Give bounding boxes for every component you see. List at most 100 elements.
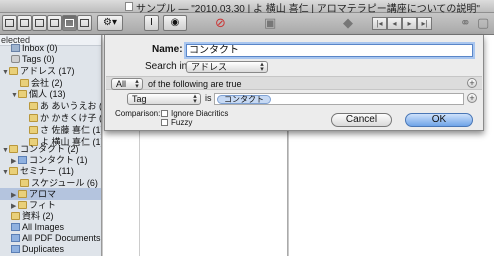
tag-icon[interactable]: ◆ bbox=[343, 15, 353, 31]
sidebar-item-label: コンタクト (1) bbox=[29, 155, 88, 165]
sidebar-item-label: アロマ bbox=[29, 189, 57, 199]
sidebar-item-label: All PDF Documents bbox=[22, 233, 101, 243]
back-icon: ◂ bbox=[392, 19, 397, 28]
stop-icon[interactable]: ⊘ bbox=[215, 15, 226, 31]
sidebar-item-contact-ka[interactable]: か かきくけ子 (1) bbox=[29, 113, 101, 124]
sidebar-item-inbox[interactable]: Inbox (0) bbox=[11, 43, 58, 54]
sidebar-item-company[interactable]: 会社 (2) bbox=[20, 78, 63, 89]
cancel-button[interactable]: Cancel bbox=[331, 113, 392, 127]
match-suffix-label: of the following are true bbox=[148, 79, 242, 89]
plus-icon: + bbox=[469, 78, 475, 88]
sidebar-item-address[interactable]: ▼ アドレス (17) bbox=[2, 66, 75, 77]
view-three-pane-icon bbox=[65, 19, 74, 27]
view-icons-icon bbox=[5, 19, 14, 27]
smart-group-icon bbox=[11, 223, 20, 231]
folder-icon bbox=[29, 102, 38, 110]
smart-group-icon bbox=[11, 234, 20, 242]
comparison-label: Comparison: bbox=[115, 109, 161, 118]
text-tool-button[interactable]: I bbox=[144, 15, 159, 31]
sidebar-item-label: フィト bbox=[29, 200, 56, 210]
go-forward-button[interactable]: ▸ bbox=[402, 17, 417, 30]
link-icon[interactable]: ⚭ bbox=[460, 15, 471, 31]
folder-icon bbox=[20, 179, 29, 187]
save-icon[interactable]: ▣ bbox=[264, 15, 276, 31]
sidebar-item-phyto[interactable]: ▶ フィト bbox=[11, 200, 56, 211]
sidebar-item-contact-a[interactable]: あ あいうえお (1) bbox=[29, 101, 102, 112]
popup-arrows-icon: ▴ ▾ bbox=[193, 93, 197, 105]
sidebar-item-schedule[interactable]: スケジュール (6) bbox=[20, 178, 98, 189]
go-first-button[interactable]: |◂ bbox=[372, 17, 387, 30]
disclosure-open-icon[interactable]: ▼ bbox=[2, 145, 9, 156]
toolbar: ⚙▾ I ◉ ⊘ ▣ ◆ |◂ ◂ ▸ ▸| ⚭ ▢ bbox=[0, 13, 494, 35]
sidebar-item-contact-group[interactable]: ▼ コンタクト (2) bbox=[2, 144, 79, 155]
sidebar-item-documents[interactable]: 資料 (2) bbox=[11, 211, 54, 222]
ignore-diacritics-checkbox[interactable] bbox=[161, 110, 168, 117]
disclosure-open-icon[interactable]: ▼ bbox=[2, 167, 9, 178]
folder-icon bbox=[18, 90, 27, 98]
ignore-diacritics-label: Ignore Diacritics bbox=[171, 109, 229, 118]
sidebar-item-all-pdf[interactable]: All PDF Documents bbox=[11, 233, 101, 244]
sidebar-item-label: 資料 (2) bbox=[22, 211, 54, 221]
view-three-pane-button[interactable] bbox=[62, 15, 77, 31]
sidebar-item-label: All Images bbox=[22, 222, 65, 232]
inbox-icon bbox=[11, 44, 20, 52]
view-list-button[interactable] bbox=[17, 15, 32, 31]
sidebar-item-label: セミナー (11) bbox=[20, 166, 74, 176]
fuzzy-checkbox[interactable] bbox=[161, 119, 168, 126]
folder-icon bbox=[11, 212, 20, 220]
forward-icon: ▸ bbox=[407, 19, 412, 28]
go-back-button[interactable]: ◂ bbox=[387, 17, 402, 30]
action-menu-button[interactable]: ⚙▾ bbox=[97, 15, 123, 31]
lock-icon[interactable]: ▢ bbox=[477, 15, 489, 31]
sidebar-item-aroma[interactable]: ▶ アロマ bbox=[11, 189, 56, 200]
folder-icon bbox=[9, 145, 18, 153]
ok-button[interactable]: OK bbox=[405, 113, 473, 127]
sidebar-item-label: 個人 (13) bbox=[29, 89, 66, 99]
sidebar-item-label: アドレス (17) bbox=[20, 66, 75, 76]
view-list-icon bbox=[20, 19, 29, 27]
folder-icon bbox=[18, 190, 27, 198]
name-field[interactable]: コンタクト bbox=[186, 44, 473, 57]
preview-toggle-button[interactable]: ◉ bbox=[163, 15, 187, 31]
sidebar-item-label: Inbox (0) bbox=[22, 43, 58, 53]
rule-field-popup[interactable]: Tag ▴ ▾ bbox=[127, 93, 201, 105]
view-cover-flow-button[interactable] bbox=[77, 15, 92, 31]
rule-value-field[interactable]: コンタクト bbox=[214, 93, 464, 105]
eye-icon: ◉ bbox=[170, 17, 180, 28]
gear-icon: ⚙▾ bbox=[103, 17, 117, 28]
search-in-popup[interactable]: アドレス ▴ ▾ bbox=[186, 61, 268, 73]
sidebar-item-seminar[interactable]: ▼ セミナー (11) bbox=[2, 166, 74, 177]
tag-token[interactable]: コンタクト bbox=[217, 95, 271, 104]
folder-icon bbox=[29, 126, 38, 134]
sidebar-item-label: 会社 (2) bbox=[31, 78, 63, 88]
view-icons-button[interactable] bbox=[2, 15, 17, 31]
view-split-button[interactable] bbox=[47, 15, 62, 31]
smart-group-sheet: Name: コンタクト Search in: アドレス ▴ ▾ All ▴ ▾ of… bbox=[104, 35, 484, 131]
go-last-button[interactable]: ▸| bbox=[417, 17, 432, 30]
popup-arrows-icon: ▴ ▾ bbox=[135, 78, 139, 90]
fuzzy-label: Fuzzy bbox=[171, 118, 193, 127]
sidebar-item-label: あ あいうえお (1) bbox=[40, 101, 102, 111]
document-icon bbox=[125, 2, 133, 11]
sidebar-item-label: Tags (0) bbox=[22, 54, 55, 64]
popup-arrows-icon: ▴ ▾ bbox=[260, 61, 264, 73]
rule-operator: is bbox=[205, 93, 212, 103]
add-rule-button[interactable]: + bbox=[467, 93, 477, 103]
sidebar-item-label: Duplicates bbox=[22, 244, 65, 254]
sidebar-item-label: スケジュール (6) bbox=[31, 178, 98, 188]
view-split-icon bbox=[50, 19, 59, 27]
match-popup[interactable]: All ▴ ▾ bbox=[111, 78, 143, 90]
folder-icon bbox=[29, 114, 38, 122]
view-columns-icon bbox=[35, 19, 44, 27]
disclosure-open-icon[interactable]: ▼ bbox=[11, 90, 18, 101]
disclosure-open-icon[interactable]: ▼ bbox=[2, 67, 9, 78]
sidebar-item-contact-smart[interactable]: ▶ コンタクト (1) bbox=[11, 155, 88, 166]
sidebar-item-contact-sa[interactable]: さ 佐藤 喜仁 (1) bbox=[29, 125, 101, 136]
smart-group-icon bbox=[11, 245, 20, 253]
sidebar-item-personal[interactable]: ▼ 個人 (13) bbox=[11, 89, 66, 100]
view-columns-button[interactable] bbox=[32, 15, 47, 31]
sidebar-item-all-images[interactable]: All Images bbox=[11, 222, 64, 233]
sidebar-item-tags[interactable]: Tags (0) bbox=[11, 54, 55, 65]
sidebar-item-duplicates[interactable]: Duplicates bbox=[11, 244, 64, 255]
add-rule-group-button[interactable]: + bbox=[467, 78, 477, 88]
